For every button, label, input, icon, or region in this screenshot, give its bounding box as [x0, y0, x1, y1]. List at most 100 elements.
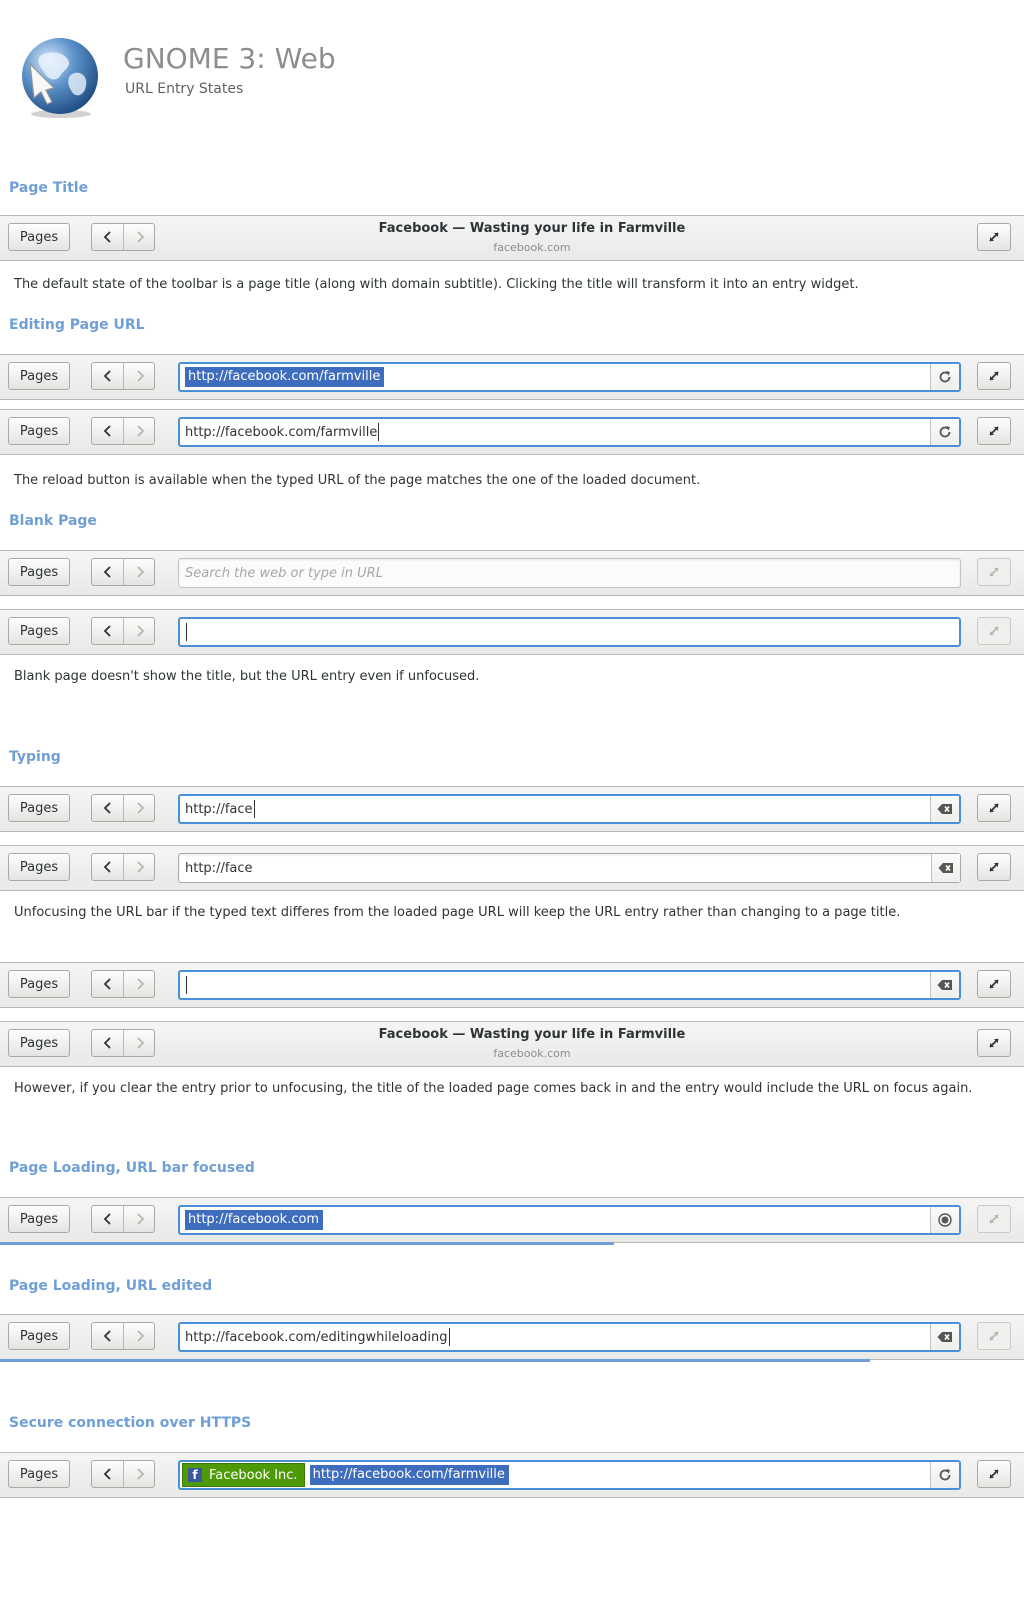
description-page-title: The default state of the toolbar is a pa…: [14, 277, 859, 292]
forward-arrow-icon: [134, 370, 146, 382]
pages-button[interactable]: Pages: [8, 1029, 70, 1057]
forward-button[interactable]: [124, 418, 155, 444]
expand-button[interactable]: [977, 223, 1011, 251]
back-button[interactable]: [92, 224, 124, 250]
section-heading-blank-page: Blank Page: [9, 513, 97, 529]
forward-button[interactable]: [124, 795, 155, 821]
pages-button[interactable]: Pages: [8, 1460, 70, 1488]
back-button[interactable]: [92, 1030, 124, 1056]
expand-button[interactable]: [977, 417, 1011, 445]
toolbar-typing-focused: Pages http://face: [0, 786, 1024, 832]
url-entry[interactable]: f Facebook Inc. http://facebook.com/farmvi…: [178, 1460, 961, 1490]
pages-button[interactable]: Pages: [8, 362, 70, 390]
expand-button[interactable]: [977, 794, 1011, 822]
pages-button[interactable]: Pages: [8, 617, 70, 645]
forward-button[interactable]: [124, 971, 155, 997]
url-entry[interactable]: [178, 970, 961, 1000]
pages-button[interactable]: Pages: [8, 417, 70, 445]
clear-button[interactable]: [930, 972, 959, 998]
back-button[interactable]: [92, 363, 124, 389]
page-domain[interactable]: facebook.com: [160, 1047, 904, 1060]
url-entry[interactable]: http://face: [178, 853, 961, 883]
url-entry-placeholder: Search the web or type in URL: [185, 565, 383, 581]
forward-button[interactable]: [124, 854, 155, 880]
forward-arrow-icon: [134, 978, 146, 990]
back-button[interactable]: [92, 418, 124, 444]
pages-button[interactable]: Pages: [8, 1205, 70, 1233]
url-text-selected: http://facebook.com: [185, 1210, 324, 1230]
back-button[interactable]: [92, 795, 124, 821]
expand-button[interactable]: [977, 1322, 1011, 1350]
url-entry[interactable]: [178, 617, 961, 647]
url-text: http://facebook.com/editingwhileloading: [185, 1329, 448, 1345]
pages-button[interactable]: Pages: [8, 794, 70, 822]
url-entry[interactable]: http://face: [178, 794, 961, 824]
expand-button[interactable]: [977, 362, 1011, 390]
forward-button[interactable]: [124, 1461, 155, 1487]
reload-button[interactable]: [930, 364, 959, 390]
url-entry[interactable]: http://facebook.com/farmville: [178, 362, 961, 392]
navigation-buttons: [91, 1322, 155, 1350]
section-heading-editing-url: Editing Page URL: [9, 317, 145, 333]
forward-button[interactable]: [124, 363, 155, 389]
forward-button[interactable]: [124, 224, 155, 250]
back-button[interactable]: [92, 1323, 124, 1349]
url-entry[interactable]: http://facebook.com/farmville: [178, 417, 961, 447]
expand-button[interactable]: [977, 970, 1011, 998]
reload-icon: [938, 370, 952, 384]
forward-button[interactable]: [124, 1323, 155, 1349]
expand-button[interactable]: [977, 1460, 1011, 1488]
expand-icon: [988, 1330, 1000, 1342]
back-button[interactable]: [92, 971, 124, 997]
forward-arrow-icon: [134, 231, 146, 243]
app-title: GNOME 3: Web: [123, 42, 336, 75]
page-title[interactable]: Facebook — Wasting your life in Farmvill…: [160, 1027, 904, 1042]
clear-button[interactable]: [931, 854, 960, 882]
back-button[interactable]: [92, 1206, 124, 1232]
stop-button[interactable]: [930, 1207, 959, 1233]
forward-button[interactable]: [124, 618, 155, 644]
expand-button[interactable]: [977, 558, 1011, 586]
url-entry[interactable]: Search the web or type in URL: [178, 558, 961, 588]
back-button[interactable]: [92, 559, 124, 585]
expand-button[interactable]: [977, 617, 1011, 645]
clear-icon: [938, 862, 954, 874]
pages-button[interactable]: Pages: [8, 558, 70, 586]
expand-button[interactable]: [977, 853, 1011, 881]
forward-button[interactable]: [124, 559, 155, 585]
back-arrow-icon: [102, 861, 114, 873]
stop-icon: [938, 1213, 952, 1227]
navigation-buttons: [91, 617, 155, 645]
pages-button[interactable]: Pages: [8, 853, 70, 881]
url-entry[interactable]: http://facebook.com: [178, 1205, 961, 1235]
url-entry[interactable]: http://facebook.com/editingwhileloading: [178, 1322, 961, 1352]
back-button[interactable]: [92, 618, 124, 644]
back-arrow-icon: [102, 566, 114, 578]
page-domain[interactable]: facebook.com: [160, 241, 904, 254]
pages-button[interactable]: Pages: [8, 223, 70, 251]
back-arrow-icon: [102, 978, 114, 990]
forward-button[interactable]: [124, 1030, 155, 1056]
security-identity-badge[interactable]: f Facebook Inc.: [182, 1463, 305, 1487]
navigation-buttons: [91, 970, 155, 998]
forward-arrow-icon: [134, 1468, 146, 1480]
clear-button[interactable]: [930, 796, 959, 822]
pages-button[interactable]: Pages: [8, 970, 70, 998]
toolbar-typing-unfocused: Pages http://face: [0, 845, 1024, 891]
navigation-buttons: [91, 794, 155, 822]
clear-icon: [937, 803, 953, 815]
forward-button[interactable]: [124, 1206, 155, 1232]
back-button[interactable]: [92, 1461, 124, 1487]
expand-button[interactable]: [977, 1205, 1011, 1233]
expand-button[interactable]: [977, 1029, 1011, 1057]
forward-arrow-icon: [134, 861, 146, 873]
page-title[interactable]: Facebook — Wasting your life in Farmvill…: [160, 221, 904, 236]
expand-icon: [988, 802, 1000, 814]
app-subtitle: URL Entry States: [125, 81, 244, 97]
reload-icon: [938, 425, 952, 439]
reload-button[interactable]: [930, 419, 959, 445]
clear-button[interactable]: [930, 1324, 959, 1350]
back-button[interactable]: [92, 854, 124, 880]
reload-button[interactable]: [930, 1462, 959, 1488]
pages-button[interactable]: Pages: [8, 1322, 70, 1350]
